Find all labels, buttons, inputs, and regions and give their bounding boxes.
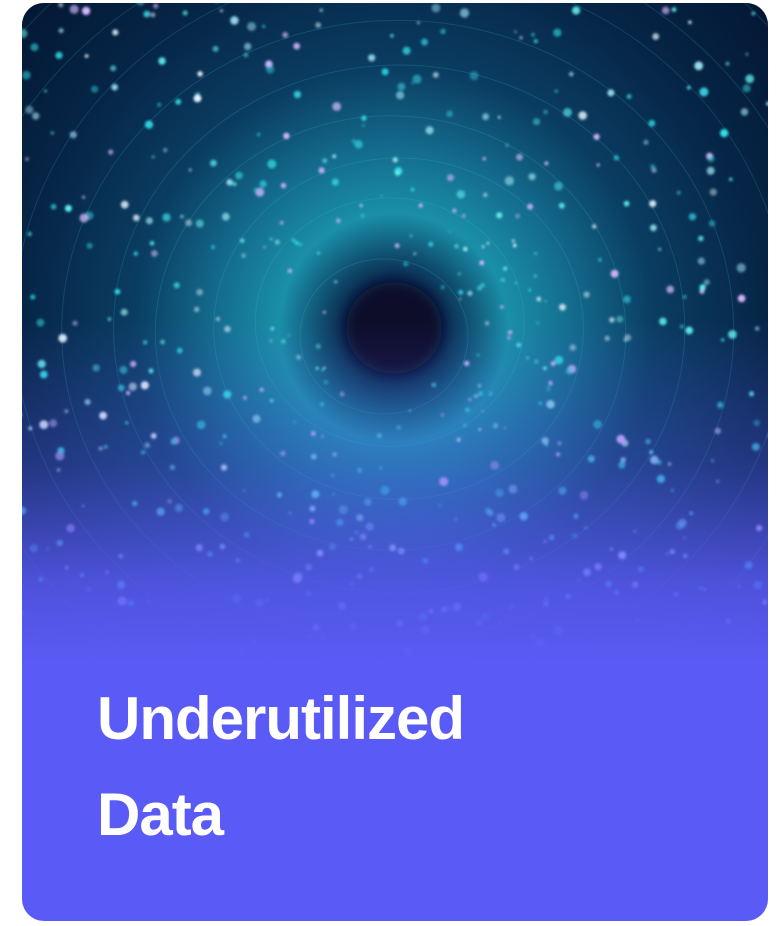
card-title: Underutilized Data [97,671,465,863]
data-vortex-image [22,3,768,663]
card-title-line-1: Underutilized [97,685,465,752]
underutilized-data-card[interactable]: Underutilized Data [22,3,768,921]
card-title-line-2: Data [97,781,224,848]
